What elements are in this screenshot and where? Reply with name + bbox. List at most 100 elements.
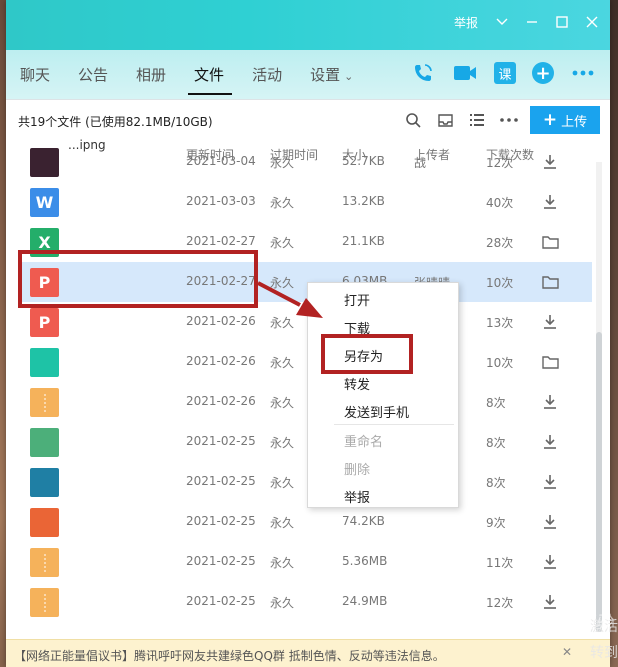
upload-button[interactable]: + 上传: [530, 106, 600, 134]
table-row[interactable]: W 2021-03-03 永久 13.2KB 40次: [18, 182, 592, 222]
group-tabs: 聊天 公告 相册 文件 活动 设置 ⌄: [18, 64, 379, 95]
cell-expire: 永久: [270, 436, 295, 450]
scrollbar-thumb[interactable]: [596, 332, 602, 632]
tab-label: 聊天: [20, 66, 51, 84]
cell-downloads: 12次: [486, 156, 514, 170]
cell-updated: 2021-02-25: [186, 554, 256, 568]
cell-updated: 2021-02-26: [186, 314, 256, 328]
table-row[interactable]: 2021-02-25 永久 5.36MB 11次: [18, 542, 592, 582]
notice-text[interactable]: 【网络正能量倡议书】腾讯呼吁网友共建绿色QQ群 抵制色情、反动等违法信息。: [14, 649, 445, 663]
table-row[interactable]: 2021-02-26 永久 10次: [18, 342, 592, 382]
cell-updated: 2021-02-25: [186, 514, 256, 528]
menu-divider: [334, 424, 454, 425]
file-type-icon: [30, 548, 59, 577]
cell-size: 52.7KB: [342, 154, 385, 168]
file-type-icon: [30, 428, 59, 457]
tab-files[interactable]: 文件: [188, 64, 234, 95]
more-icon[interactable]: [570, 60, 596, 86]
table-row[interactable]: 2021-02-25 永久 8次: [18, 462, 592, 502]
table-row[interactable]: P 2021-02-26 永久 13次: [18, 302, 592, 342]
plus-icon: +: [542, 110, 558, 130]
scrollbar[interactable]: [596, 162, 602, 632]
menu-item-send-to-phone[interactable]: 发送到手机: [344, 402, 409, 421]
open-folder-icon[interactable]: [540, 352, 560, 372]
cell-expire: 永久: [270, 596, 295, 610]
download-icon[interactable]: [540, 392, 560, 412]
file-type-icon: [30, 588, 59, 617]
highlight-box-selected-row: [18, 250, 258, 308]
menu-item-delete: 删除: [344, 463, 371, 478]
side-text-goto: 转到: [590, 645, 618, 661]
cell-expire: 永久: [270, 316, 295, 330]
files-toolbar: 共19个文件 (已使用82.1MB/10GB) + 上传: [6, 100, 610, 140]
tab-label: 相册: [136, 66, 167, 84]
download-icon[interactable]: [540, 192, 560, 212]
cell-downloads: 8次: [486, 396, 506, 410]
report-link[interactable]: 举报: [454, 14, 478, 30]
menu-item-forward[interactable]: 转发: [344, 374, 370, 393]
inbox-icon[interactable]: [436, 111, 454, 129]
list-view-icon[interactable]: [468, 111, 486, 129]
menu-item-open[interactable]: 打开: [344, 290, 370, 309]
chevron-down-icon[interactable]: [494, 14, 510, 30]
tab-chat[interactable]: 聊天: [18, 64, 60, 95]
cell-downloads: 11次: [486, 556, 514, 570]
cell-expire: 永久: [270, 156, 295, 170]
cell-updated: 2021-02-25: [186, 474, 256, 488]
file-type-icon: [30, 508, 59, 537]
minimize-icon[interactable]: [524, 14, 540, 30]
download-icon[interactable]: [540, 552, 560, 572]
file-type-icon: [30, 388, 59, 417]
cell-expire: 永久: [270, 356, 295, 370]
download-icon[interactable]: [540, 432, 560, 452]
cell-downloads: 28次: [486, 236, 514, 250]
file-name: ...ipng: [68, 138, 106, 152]
tab-album[interactable]: 相册: [134, 64, 176, 95]
download-icon[interactable]: [540, 472, 560, 492]
cell-downloads: 8次: [486, 436, 506, 450]
open-folder-icon[interactable]: [540, 272, 560, 292]
window-controls: 举报: [454, 14, 600, 30]
download-icon[interactable]: [540, 512, 560, 532]
table-row[interactable]: ...ipng 2021-03-04 永久 52.7KB 战 12次: [18, 138, 592, 182]
course-icon[interactable]: 课: [494, 62, 516, 84]
cell-size: 24.9MB: [342, 594, 388, 608]
cell-expire: 永久: [270, 556, 295, 570]
table-row[interactable]: 2021-02-25 永久 74.2KB 9次: [18, 502, 592, 542]
watermark: Baidu 经验: [522, 613, 612, 633]
close-icon[interactable]: ✕: [562, 645, 572, 659]
menu-item-report[interactable]: 举报: [344, 487, 370, 506]
cell-expire: 永久: [270, 396, 295, 410]
download-icon[interactable]: [540, 152, 560, 172]
table-row[interactable]: 2021-02-25 永久 8次: [18, 422, 592, 462]
file-type-icon: W: [30, 188, 59, 217]
cell-updated: 2021-02-25: [186, 434, 256, 448]
cell-updated: 2021-03-03: [186, 194, 256, 208]
add-icon[interactable]: +: [532, 62, 554, 84]
maximize-icon[interactable]: [554, 14, 570, 30]
tab-announcement[interactable]: 公告: [76, 64, 118, 95]
cell-size: 74.2KB: [342, 514, 385, 528]
open-folder-icon[interactable]: [540, 232, 560, 252]
file-type-icon: [30, 148, 59, 177]
cell-downloads: 12次: [486, 596, 514, 610]
download-icon[interactable]: [540, 312, 560, 332]
cell-expire: 永久: [270, 476, 295, 490]
search-icon[interactable]: [404, 111, 422, 129]
phone-icon[interactable]: [410, 60, 436, 86]
context-menu: 打开 下载 另存为 转发 发送到手机 重命名 删除 举报: [307, 282, 459, 508]
table-row[interactable]: 2021-02-26 永久 8次: [18, 382, 592, 422]
table-row[interactable]: 2021-02-25 永久 24.9MB 12次: [18, 582, 592, 622]
tab-activity[interactable]: 活动: [250, 64, 292, 95]
more-icon[interactable]: [500, 111, 518, 129]
tab-label: 设置: [310, 66, 341, 84]
tab-settings[interactable]: 设置 ⌄: [308, 64, 363, 95]
cell-updated: 2021-02-26: [186, 354, 256, 368]
close-icon[interactable]: [584, 14, 600, 30]
file-type-icon: [30, 348, 59, 377]
notice-bar: 【网络正能量倡议书】腾讯呼吁网友共建绿色QQ群 抵制色情、反动等违法信息。: [6, 639, 610, 667]
video-call-icon[interactable]: [452, 60, 478, 86]
cell-expire: 永久: [270, 276, 295, 290]
cell-downloads: 10次: [486, 276, 514, 290]
cell-downloads: 13次: [486, 316, 514, 330]
